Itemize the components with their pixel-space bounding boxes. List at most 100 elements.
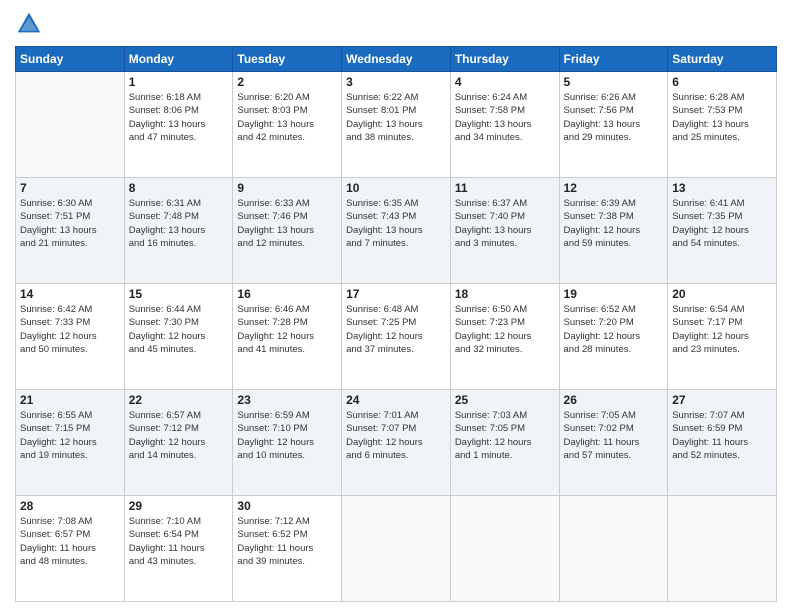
calendar-cell: 28 Sunrise: 7:08 AM Sunset: 6:57 PM Dayli… bbox=[16, 496, 125, 602]
cell-info: Sunrise: 6:18 AM Sunset: 8:06 PM Dayligh… bbox=[129, 91, 229, 144]
calendar-header: SundayMondayTuesdayWednesdayThursdayFrid… bbox=[16, 47, 777, 72]
header-day-thursday: Thursday bbox=[450, 47, 559, 72]
cell-info: Sunrise: 7:05 AM Sunset: 7:02 PM Dayligh… bbox=[564, 409, 664, 462]
calendar-cell: 7Sunrise: 6:30 AM Sunset: 7:51 PM Daylig… bbox=[16, 178, 125, 284]
cell-info: Sunrise: 6:48 AM Sunset: 7:25 PM Dayligh… bbox=[346, 303, 446, 356]
calendar-table: SundayMondayTuesdayWednesdayThursdayFrid… bbox=[15, 46, 777, 602]
calendar-cell: 1 Sunrise: 6:18 AM Sunset: 8:06 PM Daylig… bbox=[124, 72, 233, 178]
calendar-cell: 22 Sunrise: 6:57 AM Sunset: 7:12 PM Dayli… bbox=[124, 390, 233, 496]
cell-info: Sunrise: 6:22 AM Sunset: 8:01 PM Dayligh… bbox=[346, 91, 446, 144]
calendar-cell bbox=[559, 496, 668, 602]
calendar-cell: 16 Sunrise: 6:46 AM Sunset: 7:28 PM Dayli… bbox=[233, 284, 342, 390]
cell-info: Sunrise: 7:12 AM Sunset: 6:52 PM Dayligh… bbox=[237, 515, 337, 568]
day-number: 23 bbox=[237, 393, 337, 407]
cell-info: Sunrise: 6:35 AM Sunset: 7:43 PM Dayligh… bbox=[346, 197, 446, 250]
cell-info: Sunrise: 6:26 AM Sunset: 7:56 PM Dayligh… bbox=[564, 91, 664, 144]
calendar-cell: 2 Sunrise: 6:20 AM Sunset: 8:03 PM Daylig… bbox=[233, 72, 342, 178]
calendar-cell: 5 Sunrise: 6:26 AM Sunset: 7:56 PM Daylig… bbox=[559, 72, 668, 178]
day-number: 24 bbox=[346, 393, 446, 407]
header-day-monday: Monday bbox=[124, 47, 233, 72]
header bbox=[15, 10, 777, 38]
day-number: 14 bbox=[20, 287, 120, 301]
calendar-cell bbox=[668, 496, 777, 602]
day-number: 4 bbox=[455, 75, 555, 89]
day-number: 22 bbox=[129, 393, 229, 407]
calendar-cell: 26Sunrise: 7:05 AM Sunset: 7:02 PM Dayli… bbox=[559, 390, 668, 496]
cell-info: Sunrise: 6:20 AM Sunset: 8:03 PM Dayligh… bbox=[237, 91, 337, 144]
calendar-cell: 17 Sunrise: 6:48 AM Sunset: 7:25 PM Dayli… bbox=[342, 284, 451, 390]
cell-info: Sunrise: 7:03 AM Sunset: 7:05 PM Dayligh… bbox=[455, 409, 555, 462]
cell-info: Sunrise: 6:55 AM Sunset: 7:15 PM Dayligh… bbox=[20, 409, 120, 462]
day-number: 5 bbox=[564, 75, 664, 89]
calendar-cell bbox=[16, 72, 125, 178]
cell-info: Sunrise: 6:46 AM Sunset: 7:28 PM Dayligh… bbox=[237, 303, 337, 356]
cell-info: Sunrise: 6:28 AM Sunset: 7:53 PM Dayligh… bbox=[672, 91, 772, 144]
calendar-cell: 18 Sunrise: 6:50 AM Sunset: 7:23 PM Dayli… bbox=[450, 284, 559, 390]
cell-info: Sunrise: 6:31 AM Sunset: 7:48 PM Dayligh… bbox=[129, 197, 229, 250]
calendar-cell: 24 Sunrise: 7:01 AM Sunset: 7:07 PM Dayli… bbox=[342, 390, 451, 496]
calendar-cell: 14 Sunrise: 6:42 AM Sunset: 7:33 PM Dayli… bbox=[16, 284, 125, 390]
day-number: 15 bbox=[129, 287, 229, 301]
calendar-cell: 4Sunrise: 6:24 AM Sunset: 7:58 PM Daylig… bbox=[450, 72, 559, 178]
calendar-cell: 13 Sunrise: 6:41 AM Sunset: 7:35 PM Dayli… bbox=[668, 178, 777, 284]
cell-info: Sunrise: 7:07 AM Sunset: 6:59 PM Dayligh… bbox=[672, 409, 772, 462]
header-day-friday: Friday bbox=[559, 47, 668, 72]
calendar-cell: 9 Sunrise: 6:33 AM Sunset: 7:46 PM Daylig… bbox=[233, 178, 342, 284]
day-number: 1 bbox=[129, 75, 229, 89]
cell-info: Sunrise: 6:52 AM Sunset: 7:20 PM Dayligh… bbox=[564, 303, 664, 356]
calendar-cell: 3 Sunrise: 6:22 AM Sunset: 8:01 PM Daylig… bbox=[342, 72, 451, 178]
day-number: 2 bbox=[237, 75, 337, 89]
day-number: 9 bbox=[237, 181, 337, 195]
cell-info: Sunrise: 6:44 AM Sunset: 7:30 PM Dayligh… bbox=[129, 303, 229, 356]
cell-info: Sunrise: 6:59 AM Sunset: 7:10 PM Dayligh… bbox=[237, 409, 337, 462]
cell-info: Sunrise: 6:33 AM Sunset: 7:46 PM Dayligh… bbox=[237, 197, 337, 250]
logo bbox=[15, 10, 47, 38]
day-number: 16 bbox=[237, 287, 337, 301]
day-number: 21 bbox=[20, 393, 120, 407]
day-number: 13 bbox=[672, 181, 772, 195]
day-number: 6 bbox=[672, 75, 772, 89]
calendar-cell: 23 Sunrise: 6:59 AM Sunset: 7:10 PM Dayli… bbox=[233, 390, 342, 496]
calendar-cell: 19 Sunrise: 6:52 AM Sunset: 7:20 PM Dayli… bbox=[559, 284, 668, 390]
calendar-cell: 21 Sunrise: 6:55 AM Sunset: 7:15 PM Dayli… bbox=[16, 390, 125, 496]
day-number: 11 bbox=[455, 181, 555, 195]
cell-info: Sunrise: 7:08 AM Sunset: 6:57 PM Dayligh… bbox=[20, 515, 120, 568]
day-number: 12 bbox=[564, 181, 664, 195]
day-number: 17 bbox=[346, 287, 446, 301]
cell-info: Sunrise: 6:50 AM Sunset: 7:23 PM Dayligh… bbox=[455, 303, 555, 356]
calendar-cell: 20 Sunrise: 6:54 AM Sunset: 7:17 PM Dayli… bbox=[668, 284, 777, 390]
header-day-tuesday: Tuesday bbox=[233, 47, 342, 72]
cell-info: Sunrise: 7:01 AM Sunset: 7:07 PM Dayligh… bbox=[346, 409, 446, 462]
calendar-cell: 6 Sunrise: 6:28 AM Sunset: 7:53 PM Daylig… bbox=[668, 72, 777, 178]
day-number: 29 bbox=[129, 499, 229, 513]
calendar-cell: 30 Sunrise: 7:12 AM Sunset: 6:52 PM Dayli… bbox=[233, 496, 342, 602]
day-number: 18 bbox=[455, 287, 555, 301]
calendar-cell: 12 Sunrise: 6:39 AM Sunset: 7:38 PM Dayli… bbox=[559, 178, 668, 284]
page: SundayMondayTuesdayWednesdayThursdayFrid… bbox=[0, 0, 792, 612]
calendar-week-3: 14 Sunrise: 6:42 AM Sunset: 7:33 PM Dayli… bbox=[16, 284, 777, 390]
day-number: 19 bbox=[564, 287, 664, 301]
calendar-cell: 27 Sunrise: 7:07 AM Sunset: 6:59 PM Dayli… bbox=[668, 390, 777, 496]
calendar-week-5: 28 Sunrise: 7:08 AM Sunset: 6:57 PM Dayli… bbox=[16, 496, 777, 602]
day-number: 7 bbox=[20, 181, 120, 195]
cell-info: Sunrise: 6:39 AM Sunset: 7:38 PM Dayligh… bbox=[564, 197, 664, 250]
header-day-sunday: Sunday bbox=[16, 47, 125, 72]
day-number: 8 bbox=[129, 181, 229, 195]
cell-info: Sunrise: 6:41 AM Sunset: 7:35 PM Dayligh… bbox=[672, 197, 772, 250]
cell-info: Sunrise: 6:57 AM Sunset: 7:12 PM Dayligh… bbox=[129, 409, 229, 462]
header-day-wednesday: Wednesday bbox=[342, 47, 451, 72]
calendar-week-4: 21 Sunrise: 6:55 AM Sunset: 7:15 PM Dayli… bbox=[16, 390, 777, 496]
day-number: 27 bbox=[672, 393, 772, 407]
cell-info: Sunrise: 7:10 AM Sunset: 6:54 PM Dayligh… bbox=[129, 515, 229, 568]
day-number: 20 bbox=[672, 287, 772, 301]
calendar-week-1: 1 Sunrise: 6:18 AM Sunset: 8:06 PM Daylig… bbox=[16, 72, 777, 178]
header-day-saturday: Saturday bbox=[668, 47, 777, 72]
cell-info: Sunrise: 6:54 AM Sunset: 7:17 PM Dayligh… bbox=[672, 303, 772, 356]
cell-info: Sunrise: 6:42 AM Sunset: 7:33 PM Dayligh… bbox=[20, 303, 120, 356]
calendar-cell: 15 Sunrise: 6:44 AM Sunset: 7:30 PM Dayli… bbox=[124, 284, 233, 390]
day-number: 30 bbox=[237, 499, 337, 513]
day-number: 3 bbox=[346, 75, 446, 89]
day-number: 28 bbox=[20, 499, 120, 513]
calendar-cell: 25Sunrise: 7:03 AM Sunset: 7:05 PM Dayli… bbox=[450, 390, 559, 496]
logo-icon bbox=[15, 10, 43, 38]
